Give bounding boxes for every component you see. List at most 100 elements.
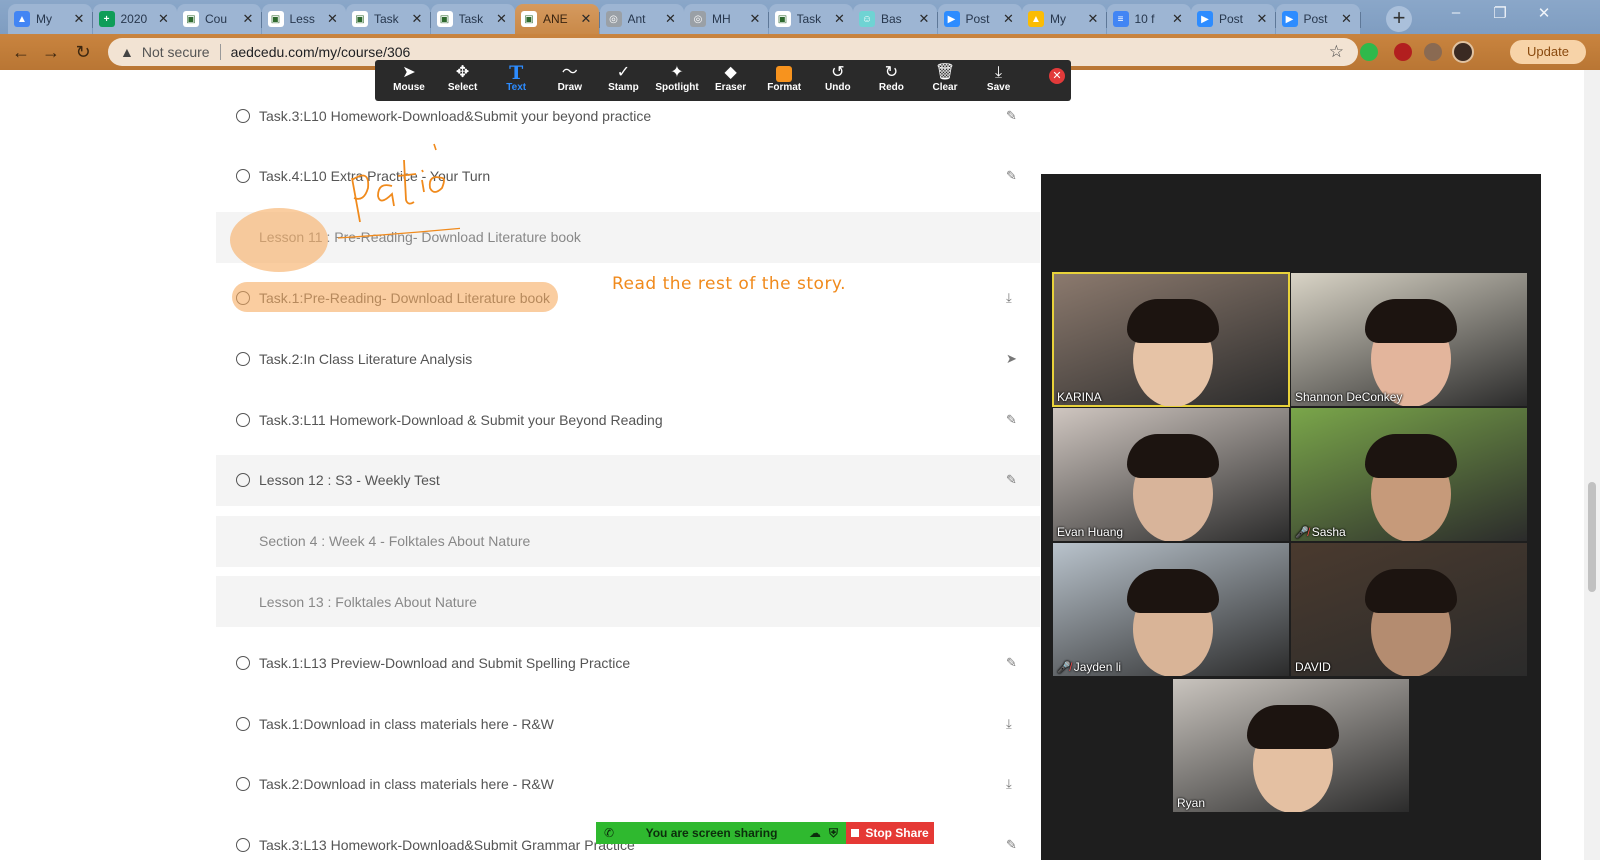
bookmark-star-icon[interactable]: ☆	[1329, 42, 1344, 62]
stop-share-button[interactable]: Stop Share	[846, 822, 934, 844]
tab-close-icon[interactable]: ✕	[1171, 11, 1185, 27]
browser-tab[interactable]: ▣ Task ✕	[768, 4, 854, 34]
browser-tab[interactable]: ▣ Task ✕	[346, 4, 431, 34]
update-chrome-button[interactable]: Update	[1510, 40, 1586, 64]
participant-video-tile[interactable]: Evan Huang	[1053, 408, 1289, 541]
edit-pencil-icon[interactable]: ✎	[1006, 472, 1017, 488]
lesson-header[interactable]: Lesson 13 : Folktales About Nature	[216, 576, 1040, 628]
tab-close-icon[interactable]: ✕	[157, 11, 171, 27]
task-label[interactable]: Task.3:L13 Homework-Download&Submit Gram…	[259, 837, 635, 853]
tab-close-icon[interactable]: ✕	[1086, 11, 1100, 27]
task-status-radio[interactable]	[236, 169, 250, 184]
tool-stamp[interactable]: ✓ Stamp	[595, 60, 651, 101]
tab-close-icon[interactable]: ✕	[326, 11, 340, 27]
tab-close-icon[interactable]: ✕	[241, 11, 255, 27]
page-scrollbar[interactable]	[1584, 70, 1600, 860]
section-header[interactable]: Section 4 : Week 4 - Folktales About Nat…	[216, 515, 1040, 567]
browser-tab[interactable]: ▶ Post ✕	[937, 4, 1023, 34]
browser-tab[interactable]: ▶ Post ✕	[1275, 4, 1361, 34]
task-label[interactable]: Task.2:Download in class materials here …	[259, 776, 554, 792]
task-status-radio[interactable]	[236, 108, 250, 123]
participant-video-tile[interactable]: 🎤̸ Jayden li	[1053, 543, 1289, 676]
edit-pencil-icon[interactable]: ✎	[1006, 837, 1017, 853]
extension-puzzle-icon[interactable]	[1424, 43, 1442, 61]
browser-tab[interactable]: ▣ Less ✕	[261, 4, 347, 34]
url-text[interactable]: aedcedu.com/my/course/306	[231, 44, 411, 60]
profile-avatar[interactable]	[1452, 41, 1474, 63]
tab-close-icon[interactable]: ✕	[917, 11, 931, 27]
task-status-radio[interactable]	[236, 777, 250, 792]
task-status-radio[interactable]	[236, 716, 250, 731]
task-row[interactable]: Task.2:In Class Literature Analysis ➤	[216, 333, 1040, 384]
browser-tab[interactable]: ▲ My ✕	[8, 4, 93, 34]
tool-select[interactable]: ✥ Select	[435, 60, 491, 101]
send-icon[interactable]: ➤	[1006, 351, 1017, 367]
browser-tab[interactable]: +2020 ✕	[92, 4, 178, 34]
tool-text[interactable]: T Text	[488, 60, 544, 101]
tab-close-icon[interactable]: ✕	[72, 11, 86, 27]
tab-close-icon[interactable]: ✕	[833, 11, 847, 27]
task-status-radio[interactable]	[236, 473, 250, 488]
share-status[interactable]: ✆ You are screen sharing ☁ ⛨	[596, 822, 846, 844]
tool-redo[interactable]: ↻ Redo	[863, 60, 919, 101]
task-label[interactable]: Lesson 12 : S3 - Weekly Test	[259, 472, 440, 488]
close-annotation-icon[interactable]: ✕	[1049, 68, 1065, 84]
tool-clear[interactable]: 🗑 Clear	[917, 60, 973, 101]
task-label[interactable]: Lesson 13 : Folktales About Nature	[259, 594, 477, 610]
task-label[interactable]: Task.1:Download in class materials here …	[259, 716, 554, 732]
tool-eraser[interactable]: ◆ Eraser	[703, 60, 759, 101]
close-window-button[interactable]: ✕	[1524, 4, 1564, 26]
tab-close-icon[interactable]: ✕	[410, 11, 424, 27]
download-icon[interactable]: ⤓	[1006, 716, 1012, 732]
extension-ublock-icon[interactable]	[1394, 43, 1412, 61]
browser-tab[interactable]: ≡ 10 f ✕	[1106, 4, 1192, 34]
tab-close-icon[interactable]: ✕	[579, 11, 593, 27]
not-secure-warning-icon[interactable]: ▲	[120, 44, 134, 60]
back-arrow-icon[interactable]: ←	[10, 41, 32, 63]
task-row[interactable]: Task.1:Download in class materials here …	[216, 698, 1040, 749]
reload-icon[interactable]: ↻	[72, 41, 94, 63]
tab-close-icon[interactable]: ✕	[664, 11, 678, 27]
task-status-radio[interactable]	[236, 351, 250, 366]
minimize-window-button[interactable]: –	[1436, 4, 1476, 26]
task-status-radio[interactable]	[236, 655, 250, 670]
browser-tab[interactable]: ☺ Bas ✕	[853, 4, 938, 34]
tool-undo[interactable]: ↺ Undo	[810, 60, 866, 101]
task-label[interactable]: Task.3:L11 Homework-Download & Submit yo…	[259, 412, 663, 428]
task-label[interactable]: Task.3:L10 Homework-Download&Submit your…	[259, 108, 651, 124]
task-row[interactable]: Task.2:Download in class materials here …	[216, 759, 1040, 810]
edit-pencil-icon[interactable]: ✎	[1006, 655, 1017, 671]
browser-tab[interactable]: ▶ Post ✕	[1191, 4, 1276, 34]
tab-close-icon[interactable]: ✕	[748, 11, 762, 27]
tab-close-icon[interactable]: ✕	[495, 11, 509, 27]
browser-tab[interactable]: ▲ My ✕	[1022, 4, 1107, 34]
task-row[interactable]: Task.1:L13 Preview-Download and Submit S…	[216, 637, 1040, 688]
forward-arrow-icon[interactable]: →	[40, 41, 62, 63]
restore-window-button[interactable]: ❐	[1480, 4, 1520, 26]
tab-close-icon[interactable]: ✕	[1255, 11, 1269, 27]
download-icon[interactable]: ⤓	[1006, 290, 1012, 306]
edit-pencil-icon[interactable]: ✎	[1006, 412, 1017, 428]
tool-format[interactable]: Format	[756, 60, 812, 101]
tab-close-icon[interactable]: ✕	[1340, 11, 1354, 27]
participant-video-tile[interactable]: Shannon DeConkey	[1291, 273, 1527, 406]
browser-tab[interactable]: ▣ ANE ✕	[515, 4, 600, 34]
task-status-radio[interactable]	[236, 838, 250, 853]
task-row[interactable]: Task.3:L11 Homework-Download & Submit yo…	[216, 394, 1040, 445]
tool-save[interactable]: ⤓ Save	[971, 60, 1027, 101]
task-label[interactable]: Section 4 : Week 4 - Folktales About Nat…	[259, 533, 530, 549]
extension-green-icon[interactable]	[1360, 43, 1378, 61]
tool-mouse[interactable]: ➤ Mouse	[381, 60, 437, 101]
browser-tab[interactable]: ◎ MH ✕	[684, 4, 769, 34]
browser-tab[interactable]: ▣ Cou ✕	[177, 4, 262, 34]
tool-spotlight[interactable]: ✦ Spotlight	[649, 60, 705, 101]
browser-tab[interactable]: ▣ Task ✕	[430, 4, 516, 34]
task-label[interactable]: Task.2:In Class Literature Analysis	[259, 351, 472, 367]
new-tab-button[interactable]: +	[1386, 6, 1412, 32]
participant-video-tile[interactable]: 🎤̸ Sasha	[1291, 408, 1527, 541]
scrollbar-thumb[interactable]	[1588, 482, 1596, 592]
edit-pencil-icon[interactable]: ✎	[1006, 168, 1017, 184]
participant-video-tile[interactable]: KARINA	[1052, 272, 1290, 407]
tab-close-icon[interactable]: ✕	[1002, 11, 1016, 27]
browser-tab[interactable]: ◎ Ant ✕	[599, 4, 685, 34]
